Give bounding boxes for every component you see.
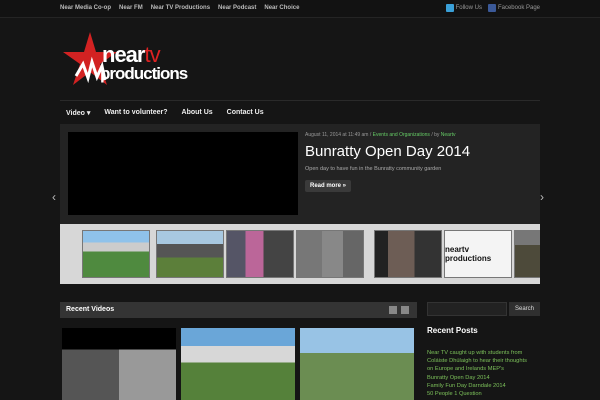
slider-prev-arrow-icon[interactable]: ‹ xyxy=(52,190,56,204)
facebook-icon xyxy=(487,4,496,12)
recent-post-link[interactable]: Family Fun Day Darndale 2014 xyxy=(427,382,540,390)
post-by: by xyxy=(434,132,440,138)
topnav-item-near-fm[interactable]: Near FM xyxy=(119,5,143,11)
post-meta: August 11, 2014 at 11:49 am / Events and… xyxy=(305,132,456,138)
recent-posts-title: Recent Posts xyxy=(427,326,478,335)
social-links: Follow Us Facebook Page xyxy=(445,4,540,12)
nav-volunteer[interactable]: Want to volunteer? xyxy=(104,109,167,116)
recent-posts-list: Near TV caught up with students from Col… xyxy=(427,349,540,398)
recent-post-link[interactable]: 50 People 1 Question xyxy=(427,390,540,398)
recent-video-thumbnail[interactable] xyxy=(181,328,295,400)
topnav-item-near-tv-productions[interactable]: Near TV Productions xyxy=(151,5,210,11)
recent-post-link[interactable]: Coláiste Dhúlaigh to hear their thoughts xyxy=(427,357,540,365)
thumbnail[interactable] xyxy=(226,230,294,278)
featured-slider: August 11, 2014 at 11:49 am / Events and… xyxy=(60,124,540,224)
recent-post-link[interactable]: Near TV caught up with students from xyxy=(427,349,540,357)
search-input[interactable] xyxy=(427,302,507,316)
post-date: August 11, 2014 at 11:49 am xyxy=(305,132,369,138)
post-category[interactable]: Events and Organizations xyxy=(373,132,430,138)
grid-view-icon[interactable] xyxy=(401,306,409,314)
nav-video[interactable]: Video ▾ xyxy=(66,109,90,117)
thumbnail[interactable] xyxy=(156,230,224,278)
thumbnail[interactable] xyxy=(374,230,442,278)
thumbnail[interactable] xyxy=(82,230,150,278)
list-view-icon[interactable] xyxy=(389,306,397,314)
recent-post-link[interactable]: on Europe and Irelands MEP's xyxy=(427,365,540,373)
thumbnail-strip: neartv productions xyxy=(60,224,540,284)
facebook-label: Facebook Page xyxy=(497,5,540,11)
recent-post-link[interactable]: Bunratty Open Day 2014 xyxy=(427,374,540,382)
recent-videos-title: Recent Videos xyxy=(66,306,115,313)
recent-video-thumbnail[interactable] xyxy=(300,328,414,400)
view-toggle xyxy=(389,306,409,314)
top-bar: Near Media Co-op Near FM Near TV Product… xyxy=(0,0,600,18)
main-nav: Video ▾ Want to volunteer? About Us Cont… xyxy=(60,100,540,124)
thumbnail[interactable] xyxy=(296,230,364,278)
slide-title[interactable]: Bunratty Open Day 2014 xyxy=(305,143,470,160)
nav-about[interactable]: About Us xyxy=(182,109,213,116)
thumbnail-logo[interactable]: neartv productions xyxy=(444,230,512,278)
slide-description: Open day to have fun in the Bunratty com… xyxy=(305,166,442,172)
thumbnail-logo-text: neartv productions xyxy=(445,245,492,263)
recent-video-thumbnail[interactable] xyxy=(62,328,176,400)
post-author[interactable]: Neartv xyxy=(441,132,456,138)
topnav-item-near-media-coop[interactable]: Near Media Co-op xyxy=(60,5,111,11)
search-button[interactable]: Search xyxy=(509,302,540,316)
thumbnail[interactable] xyxy=(514,230,540,278)
twitter-link[interactable]: Follow Us xyxy=(445,4,482,12)
read-more-button[interactable]: Read more » xyxy=(305,180,352,192)
slider-next-arrow-icon[interactable]: › xyxy=(540,190,544,204)
topnav-item-near-podcast[interactable]: Near Podcast xyxy=(218,5,256,11)
logo-productions: productions xyxy=(100,64,188,83)
twitter-icon xyxy=(445,4,454,12)
recent-videos-bar: Recent Videos xyxy=(60,302,417,318)
featured-video[interactable] xyxy=(68,132,298,215)
top-nav: Near Media Co-op Near FM Near TV Product… xyxy=(60,5,299,11)
nav-contact[interactable]: Contact Us xyxy=(227,109,264,116)
topnav-item-near-choice[interactable]: Near Choice xyxy=(264,5,299,11)
twitter-label: Follow Us xyxy=(455,5,482,11)
site-logo[interactable]: neartv productions xyxy=(60,30,190,92)
facebook-link[interactable]: Facebook Page xyxy=(487,4,540,12)
